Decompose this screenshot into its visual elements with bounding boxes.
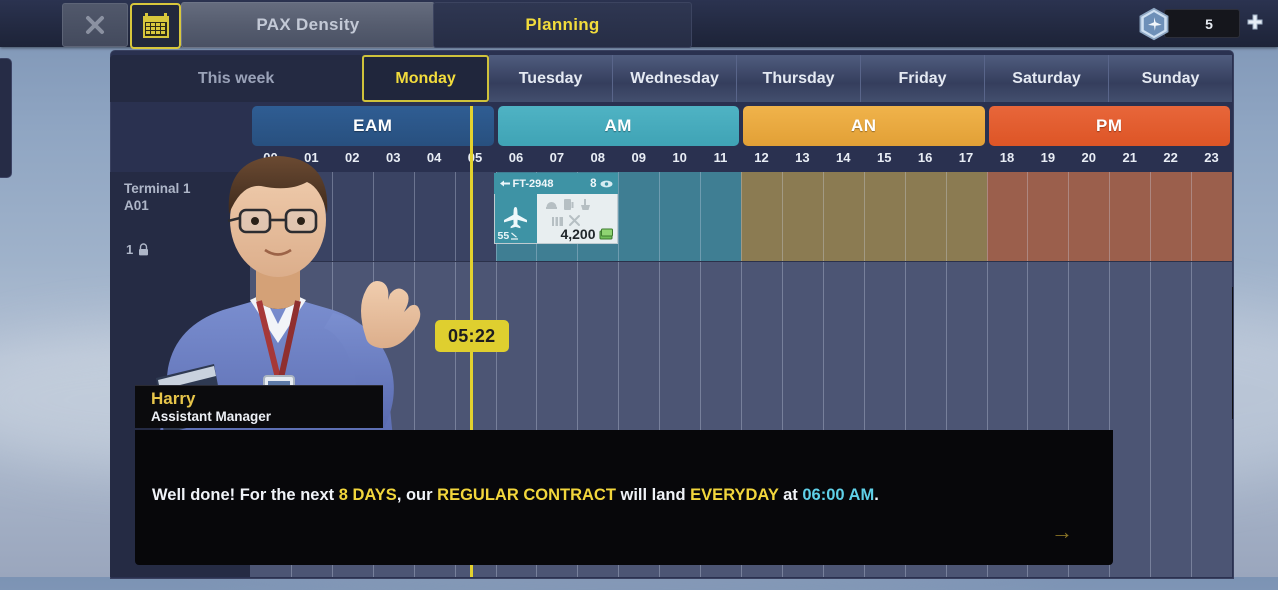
plane-count-widget[interactable]: 5 — [1137, 7, 1268, 40]
add-plane-button[interactable] — [1242, 11, 1268, 37]
hour-tick-05: 05 — [467, 150, 483, 165]
dialogue-segment: . — [874, 486, 879, 504]
day-tab-thursday[interactable]: Thursday — [737, 55, 862, 102]
flight-card-plane-panel: 55 — [494, 194, 537, 243]
dialogue-segment: will land — [615, 486, 691, 504]
grid-vline — [1191, 172, 1193, 577]
catering-icon — [545, 202, 557, 209]
plane-hex-icon — [1139, 7, 1169, 40]
day-tab-monday[interactable]: Monday — [362, 55, 490, 102]
dialogue-segment: 06:00 AM — [802, 486, 875, 504]
day-tab-wednesday[interactable]: Wednesday — [613, 55, 738, 102]
hour-tick-10: 10 — [672, 150, 687, 165]
close-button[interactable] — [62, 3, 128, 47]
hour-tick-08: 08 — [590, 150, 606, 165]
day-tab-label: This week — [197, 69, 275, 87]
dialogue-segment: at — [778, 486, 803, 504]
day-tab-sunday[interactable]: Sunday — [1109, 55, 1232, 102]
tab-pax-density[interactable]: PAX Density — [181, 2, 435, 48]
tab-pax-density-label: PAX Density — [256, 15, 360, 34]
character-role: Assistant Manager — [151, 409, 272, 424]
flight-pax-count: 8 — [590, 177, 597, 190]
period-label-pm[interactable]: PM — [988, 106, 1230, 146]
flight-duration: 55 — [498, 230, 520, 242]
flight-inbound-icon — [499, 180, 510, 187]
cleaning-icon — [580, 199, 590, 210]
day-tab-label: Wednesday — [630, 69, 719, 87]
hour-tick-07: 07 — [549, 150, 565, 165]
period-label-text: PM — [1096, 116, 1123, 135]
day-tab-label: Friday — [898, 69, 947, 87]
flight-card[interactable]: FT-2948 8 55 4,200 — [493, 173, 618, 244]
flight-duration-value: 55 — [497, 230, 510, 242]
landing-icon — [511, 232, 519, 240]
dialogue-text: Well done! For the next 8 DAYS, our REGU… — [152, 486, 879, 505]
day-tab-bar: This week Monday Tuesday Wednesday Thursday F… — [110, 55, 1232, 102]
dialogue-segment: Well done! For the next — [152, 486, 339, 504]
hour-tick-22: 22 — [1163, 150, 1178, 165]
hour-tick-13: 13 — [795, 150, 810, 165]
hour-tick-16: 16 — [917, 150, 933, 165]
day-tab-label: Tuesday — [518, 69, 583, 87]
hour-tick-12: 12 — [754, 150, 769, 165]
hour-tick-23: 23 — [1204, 150, 1219, 165]
period-label-text: AM — [604, 116, 632, 135]
flight-card-body: 55 4,200 — [493, 194, 618, 244]
hour-tick-18: 18 — [999, 150, 1015, 165]
flight-revenue-value: 4,200 — [560, 226, 596, 242]
dialogue-next-arrow[interactable]: → — [1051, 519, 1073, 545]
hour-tick-19: 19 — [1040, 150, 1056, 165]
hour-tick-11: 11 — [713, 150, 728, 165]
top-bar: PAX Density Planning 5 — [0, 0, 1278, 49]
flight-number: FT-2948 — [499, 177, 554, 190]
hour-tick-20: 20 — [1081, 150, 1097, 165]
day-tab-this-week[interactable]: This week — [110, 55, 363, 102]
character-name: Harry — [151, 389, 196, 408]
dialogue-segment: REGULAR CONTRACT — [437, 486, 616, 504]
day-tab-label: Sunday — [1141, 69, 1200, 87]
day-tab-saturday[interactable]: Saturday — [985, 55, 1110, 102]
hour-tick-21: 21 — [1122, 150, 1137, 165]
character-nameplate: Harry Assistant Manager — [135, 385, 383, 428]
tab-planning[interactable]: Planning — [433, 2, 692, 48]
dialogue-segment: EVERYDAY — [690, 486, 779, 504]
day-tab-friday[interactable]: Friday — [861, 55, 986, 102]
flight-number-text: FT-2948 — [512, 177, 554, 190]
day-tab-label: Monday — [395, 69, 456, 87]
dialogue-segment: 8 DAYS — [338, 486, 397, 504]
grid-vline — [1150, 172, 1152, 577]
dialogue-segment: , our — [396, 486, 438, 504]
calendar-button[interactable] — [130, 3, 181, 49]
plus-icon — [1247, 14, 1263, 29]
flight-revenue: 4,200 — [560, 226, 613, 242]
period-label-text: AN — [850, 116, 877, 135]
dialogue-box[interactable]: Well done! For the next 8 DAYS, our REGU… — [135, 430, 1113, 565]
airplane-icon — [504, 207, 527, 229]
hour-tick-17: 17 — [958, 150, 974, 165]
hour-tick-06: 06 — [508, 150, 524, 165]
money-icon — [599, 228, 613, 240]
hour-tick-15: 15 — [876, 150, 892, 165]
calendar-icon — [142, 13, 169, 38]
passenger-icon — [600, 180, 612, 187]
service-icon-row-1 — [545, 198, 592, 211]
plane-count-value: 5 — [1205, 15, 1213, 32]
period-label-an[interactable]: AN — [743, 106, 985, 146]
day-tab-label: Thursday — [762, 69, 835, 87]
close-icon — [86, 16, 104, 34]
day-tab-label: Saturday — [1012, 69, 1081, 87]
tab-planning-label: Planning — [525, 15, 600, 34]
flight-card-header: FT-2948 8 — [493, 173, 618, 194]
flight-card-services: 4,200 — [537, 194, 617, 243]
day-tab-tuesday[interactable]: Tuesday — [489, 55, 614, 102]
fuel-icon — [563, 199, 573, 210]
flight-pax: 8 — [590, 178, 612, 190]
period-label-am[interactable]: AM — [497, 106, 739, 146]
plane-count-box: 5 — [1164, 9, 1240, 38]
hour-tick-09: 09 — [631, 150, 646, 165]
panel-left-edge-handle[interactable] — [0, 58, 12, 178]
hour-tick-14: 14 — [836, 150, 851, 165]
